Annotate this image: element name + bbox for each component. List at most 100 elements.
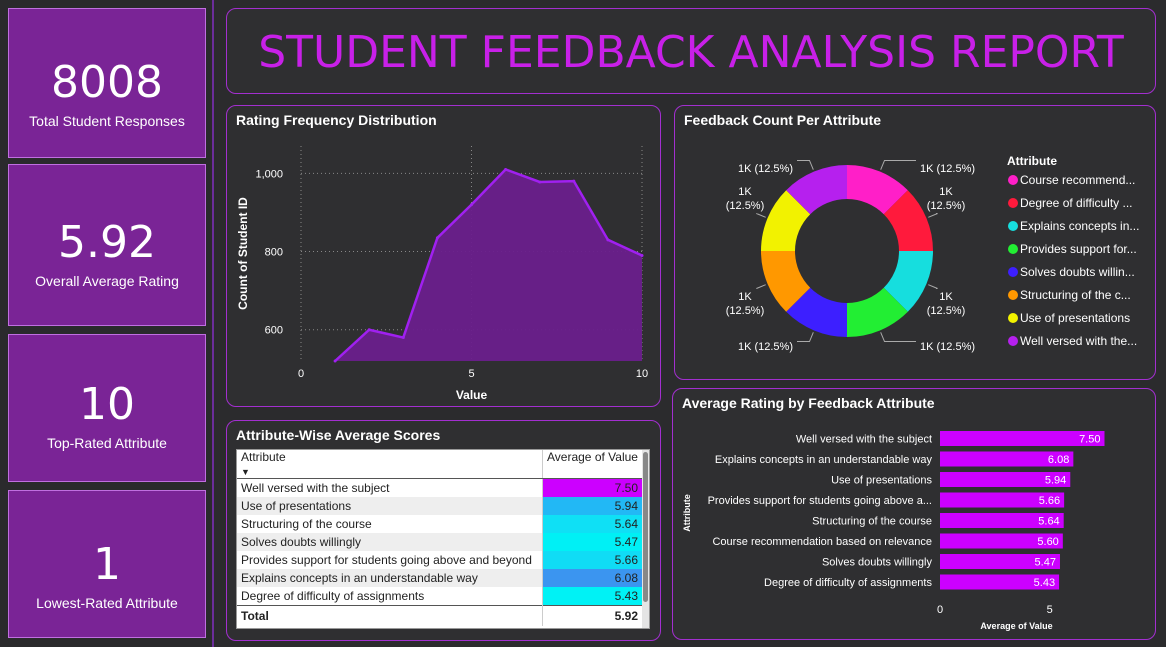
y-axis-label: Attribute xyxy=(682,494,692,532)
panel-title: Attribute-Wise Average Scores xyxy=(236,427,441,443)
cell-average: 5.66 xyxy=(542,551,642,569)
kpi-sidebar: 8008 Total Student Responses 5.92 Overal… xyxy=(0,0,214,647)
data-point xyxy=(504,167,508,171)
kpi-card-total-responses[interactable]: 8008 Total Student Responses xyxy=(8,8,206,158)
x-axis-label: Average of Value xyxy=(980,621,1052,631)
legend-entry: Course recommend... xyxy=(1020,173,1135,187)
legend-marker xyxy=(1008,290,1018,300)
x-axis-label: Value xyxy=(456,388,488,402)
kpi-card-average-rating[interactable]: 5.92 Overall Average Rating xyxy=(8,164,206,326)
cell-average: 5.47 xyxy=(542,533,642,551)
slice-data-label: 1K (12.5%) xyxy=(738,163,793,175)
leader-line xyxy=(928,212,938,218)
table-row[interactable]: Degree of difficulty of assignments 5.43 xyxy=(237,587,642,606)
cell-attribute: Degree of difficulty of assignments xyxy=(237,587,543,606)
x-tick-label: 0 xyxy=(298,368,304,380)
sort-down-icon[interactable]: ▼ xyxy=(241,467,250,477)
cell-attribute: Well versed with the subject xyxy=(237,478,543,497)
bar-value-label: 6.08 xyxy=(1048,454,1069,466)
rating-frequency-panel[interactable]: Rating Frequency Distribution 0 5 10 600 800… xyxy=(226,105,661,407)
average-rating-panel[interactable]: Average Rating by Feedback Attribute Wel… xyxy=(672,388,1156,640)
leader-line xyxy=(756,284,766,290)
slice-label-percent: (12.5%) xyxy=(726,305,765,317)
data-point xyxy=(572,179,576,183)
cell-attribute: Provides support for students going abov… xyxy=(237,551,543,569)
x-tick-label: 0 xyxy=(937,604,943,616)
category-label: Provides support for students going abov… xyxy=(708,495,932,507)
bar-value-label: 5.60 xyxy=(1037,536,1058,548)
scores-table[interactable]: Attribute ▼ Average of Value Well versed… xyxy=(236,449,650,629)
legend-marker xyxy=(1008,221,1018,231)
scrollbar-thumb[interactable] xyxy=(643,452,648,602)
report-title: STUDENT FEEDBACK ANALYSIS REPORT xyxy=(258,27,1124,78)
slice-label-count: 1K xyxy=(939,186,953,198)
cell-average: 5.43 xyxy=(542,587,642,606)
cell-average: 5.94 xyxy=(542,497,642,515)
slice-data-label: 1K (12.5%) xyxy=(920,163,975,175)
leader-line xyxy=(797,332,814,343)
category-label: Use of presentations xyxy=(831,475,932,487)
category-label: Course recommendation based on relevance xyxy=(712,536,932,548)
table-row[interactable]: Explains concepts in an understandable w… xyxy=(237,569,642,587)
category-label: Structuring of the course xyxy=(812,516,932,528)
feedback-count-panel[interactable]: Feedback Count Per Attribute 1K (12.5%) 1… xyxy=(674,105,1156,380)
bar-value-label: 5.94 xyxy=(1045,475,1066,487)
cell-attribute: Structuring of the course xyxy=(237,515,543,533)
bar-value-label: 5.43 xyxy=(1034,577,1055,589)
slice-data-label: 1K (12.5%) xyxy=(920,341,975,353)
table-total-row[interactable]: Total 5.92 xyxy=(237,605,642,626)
data-point xyxy=(538,180,542,184)
column-header-average[interactable]: Average of Value xyxy=(542,450,642,479)
x-tick-label: 10 xyxy=(636,368,648,380)
cell-attribute: Explains concepts in an understandable w… xyxy=(237,569,543,587)
y-tick-label: 1,000 xyxy=(255,168,283,180)
total-value: 5.92 xyxy=(542,605,642,626)
x-tick-label: 5 xyxy=(1047,604,1053,616)
leader-line xyxy=(756,212,766,218)
table-scrollbar[interactable] xyxy=(642,450,649,628)
table-row[interactable]: Structuring of the course 5.64 xyxy=(237,515,642,533)
legend-entry: Well versed with the... xyxy=(1020,334,1137,348)
leader-line xyxy=(880,159,916,170)
report-banner: STUDENT FEEDBACK ANALYSIS REPORT xyxy=(226,8,1156,94)
legend-marker xyxy=(1008,313,1018,323)
total-label: Total xyxy=(237,605,543,626)
slice-label-percent: (12.5%) xyxy=(927,200,966,212)
data-point xyxy=(401,336,405,340)
column-header-attribute[interactable]: Attribute ▼ xyxy=(237,450,543,479)
bar-value-label: 7.50 xyxy=(1079,434,1100,446)
slice-label-count: 1K xyxy=(939,291,953,303)
bar-value-label: 5.66 xyxy=(1039,495,1060,507)
kpi-value: 1 xyxy=(93,539,121,590)
category-label: Explains concepts in an understandable w… xyxy=(715,454,933,466)
data-point xyxy=(367,328,371,332)
kpi-value: 8008 xyxy=(51,57,163,108)
slice-data-label: 1K (12.5%) xyxy=(738,341,793,353)
kpi-card-lowest-rated[interactable]: 1 Lowest-Rated Attribute xyxy=(8,490,206,638)
slice-label-count: 1K xyxy=(738,186,752,198)
legend-entry: Explains concepts in... xyxy=(1020,219,1139,233)
data-point xyxy=(435,236,439,240)
kpi-value: 5.92 xyxy=(58,217,156,268)
legend-entry: Solves doubts willin... xyxy=(1020,265,1135,279)
legend-entry: Structuring of the c... xyxy=(1020,288,1131,302)
bar-chart: Well versed with the subject 7.50 Explains… xyxy=(682,431,1105,631)
category-label: Well versed with the subject xyxy=(796,434,932,446)
legend-entry: Degree of difficulty ... xyxy=(1020,196,1133,210)
slice-label-percent: (12.5%) xyxy=(927,305,966,317)
table-row[interactable]: Use of presentations 5.94 xyxy=(237,497,642,515)
kpi-label: Lowest-Rated Attribute xyxy=(36,595,178,611)
cell-average: 7.50 xyxy=(542,478,642,497)
bar-value-label: 5.64 xyxy=(1038,516,1059,528)
table-row[interactable]: Solves doubts willingly 5.47 xyxy=(237,533,642,551)
table-row[interactable]: Provides support for students going abov… xyxy=(237,551,642,569)
attribute-scores-panel[interactable]: Attribute-Wise Average Scores Attribute … xyxy=(226,420,661,641)
cell-average: 5.64 xyxy=(542,515,642,533)
kpi-card-top-rated[interactable]: 10 Top-Rated Attribute xyxy=(8,334,206,482)
table-row[interactable]: Well versed with the subject 7.50 xyxy=(237,478,642,497)
bar-value-label: 5.47 xyxy=(1035,557,1056,569)
cell-attribute: Use of presentations xyxy=(237,497,543,515)
category-label: Solves doubts willingly xyxy=(822,557,933,569)
slice-data-label: 1K (12.5%) xyxy=(726,186,765,212)
cell-attribute: Solves doubts willingly xyxy=(237,533,543,551)
